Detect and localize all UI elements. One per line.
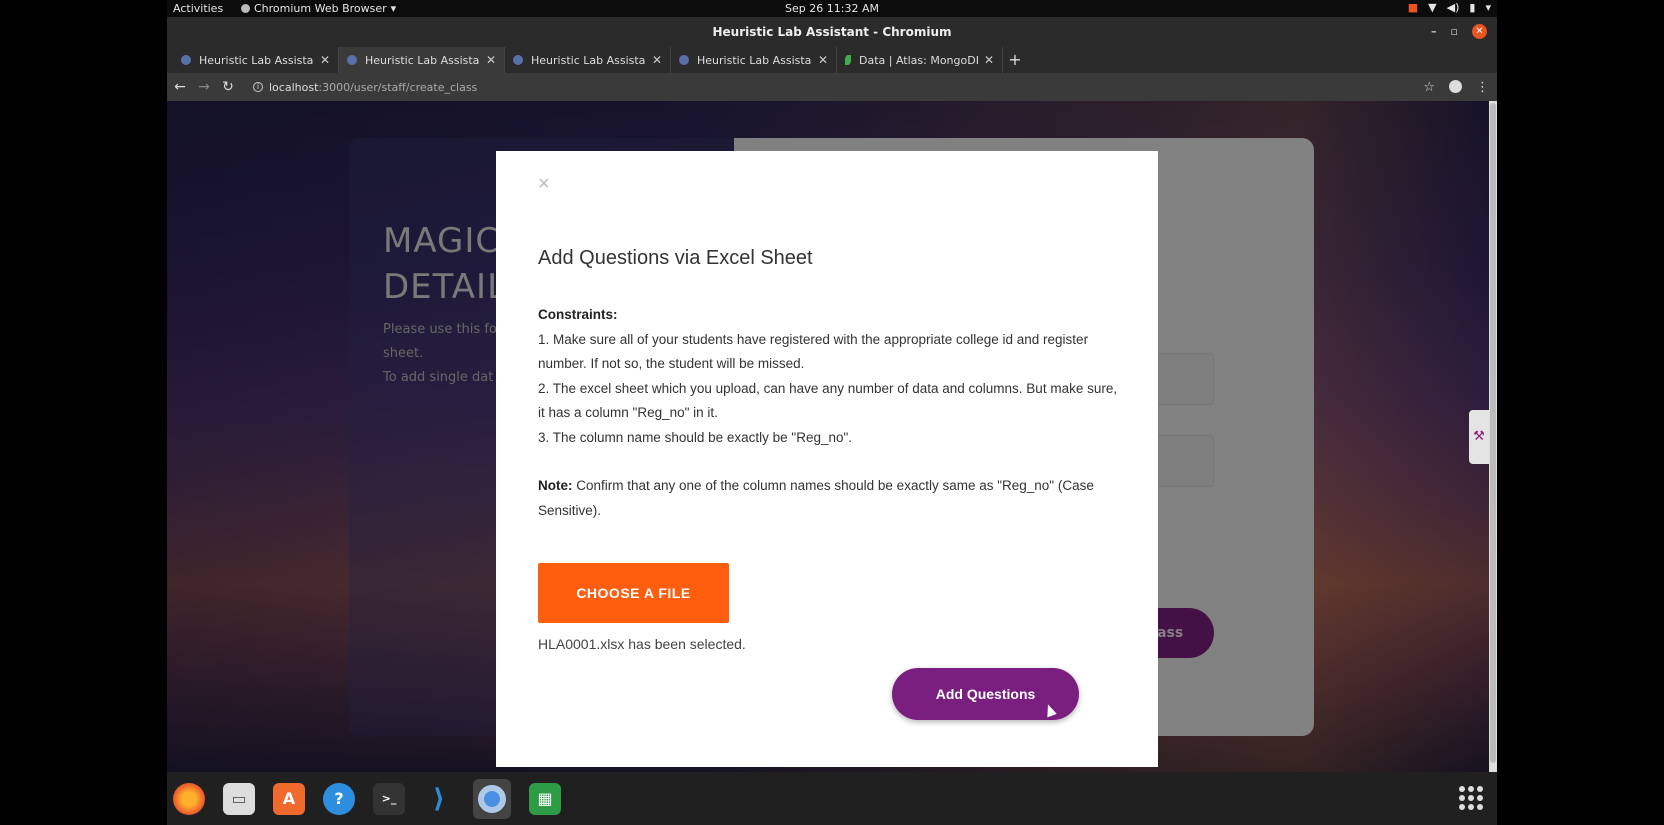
browser-tab[interactable]: Data | Atlas: MongoDB At ✕ [837, 47, 1003, 73]
tab-close-icon[interactable]: ✕ [486, 53, 496, 67]
address-bar[interactable]: i localhost:3000/user/staff/create_class [253, 81, 477, 94]
chromium-icon[interactable] [473, 778, 511, 819]
selected-file-text: HLA0001.xlsx has been selected. [538, 636, 746, 652]
system-tray[interactable]: ■ ▼ ◀) ▮ ▾ [1408, 1, 1491, 14]
browser-tab[interactable]: Heuristic Lab Assistant ✕ [671, 47, 837, 73]
help-icon[interactable]: ? [323, 782, 355, 815]
new-tab-button[interactable]: + [1003, 47, 1027, 73]
spreadsheet-icon[interactable]: ▦ [529, 782, 561, 815]
tab-label: Heuristic Lab Assistant [365, 53, 480, 67]
toolbar-right: ☆ ⋮ [1423, 79, 1489, 95]
tab-favicon-icon [513, 55, 523, 65]
account-icon[interactable] [1449, 79, 1462, 93]
show-apps-icon[interactable] [1459, 786, 1483, 810]
app-menu-label: Chromium Web Browser [254, 2, 387, 15]
browser-tab[interactable]: Heuristic Lab Assistant ✕ [505, 47, 671, 73]
hammer-icon: ⚒ [1473, 429, 1485, 444]
dock: ▭ A ? >_ ⟩ ▦ [167, 772, 1497, 825]
chevron-down-icon: ▾ [390, 2, 397, 15]
tab-favicon-icon [347, 55, 357, 65]
modal-body: Constraints: 1. Make sure all of your st… [538, 303, 1118, 523]
side-widget-handle[interactable]: ⚒ [1469, 410, 1489, 464]
window-controls: – ▫ ✕ [1431, 24, 1487, 39]
tab-label: Heuristic Lab Assistant [531, 53, 646, 67]
add-questions-modal: × Add Questions via Excel Sheet Constrai… [496, 151, 1158, 767]
files-icon[interactable]: ▭ [223, 782, 255, 815]
tab-close-icon[interactable]: ✕ [984, 53, 994, 67]
tab-strip: Heuristic Lab Assistant ✕ Heuristic Lab … [167, 47, 1497, 73]
site-info-icon[interactable]: i [253, 82, 263, 92]
tab-favicon-icon [679, 55, 689, 65]
reload-icon[interactable]: ↻ [217, 79, 239, 95]
system-top-bar: Activities Chromium Web Browser ▾ Sep 26… [167, 0, 1497, 17]
tab-label: Data | Atlas: MongoDB At [859, 53, 978, 67]
tab-label: Heuristic Lab Assistant [199, 53, 314, 67]
tab-label: Heuristic Lab Assistant [697, 53, 812, 67]
activities-button[interactable]: Activities [173, 2, 223, 15]
url-path: :3000/user/staff/create_class [318, 80, 478, 94]
desktop-frame: Activities Chromium Web Browser ▾ Sep 26… [167, 0, 1497, 825]
note-text: Confirm that any one of the column names… [538, 478, 1094, 518]
browser-toolbar: ← → ↻ i localhost:3000/user/staff/create… [167, 73, 1497, 101]
chromium-small-icon [241, 4, 250, 13]
bookmark-star-icon[interactable]: ☆ [1423, 80, 1435, 95]
forward-arrow-icon[interactable]: → [193, 79, 215, 95]
menu-kebab-icon[interactable]: ⋮ [1476, 80, 1489, 95]
browser-tab-active[interactable]: Heuristic Lab Assistant ✕ [339, 47, 505, 73]
minimize-button[interactable]: – [1431, 25, 1437, 38]
software-icon[interactable]: A [273, 782, 305, 815]
tab-favicon-icon [181, 55, 191, 65]
modal-title: Add Questions via Excel Sheet [538, 247, 813, 269]
constraint-item: 1. Make sure all of your students have r… [538, 331, 1089, 372]
mongodb-leaf-icon [845, 55, 851, 65]
app-menu[interactable]: Chromium Web Browser ▾ [241, 2, 396, 15]
window-titlebar: Heuristic Lab Assistant - Chromium – ▫ ✕ [167, 17, 1497, 47]
tab-close-icon[interactable]: ✕ [818, 53, 828, 67]
close-window-button[interactable]: ✕ [1472, 24, 1487, 39]
browser-tab[interactable]: Heuristic Lab Assistant ✕ [173, 47, 339, 73]
constraint-item: 3. The column name should be exactly be … [538, 429, 853, 445]
modal-close-button[interactable]: × [538, 173, 550, 196]
choose-file-button[interactable]: CHOOSE A FILE [538, 563, 729, 623]
page-scrollbar[interactable] [1489, 101, 1497, 772]
constraint-item: 2. The excel sheet which you upload, can… [538, 380, 1118, 421]
battery-icon: ▮ [1469, 1, 1476, 14]
maximize-button[interactable]: ▫ [1451, 25, 1458, 38]
wifi-icon: ▼ [1428, 1, 1437, 14]
volume-icon: ◀) [1446, 1, 1460, 14]
tab-close-icon[interactable]: ✕ [320, 53, 330, 67]
vscode-icon[interactable]: ⟩ [423, 783, 455, 815]
note-paragraph: Note: Confirm that any one of the column… [538, 474, 1118, 523]
tab-close-icon[interactable]: ✕ [652, 53, 662, 67]
constraints-label: Constraints: [538, 307, 618, 322]
firefox-icon[interactable] [173, 782, 205, 815]
note-label: Note: [538, 478, 573, 493]
url-host: localhost [269, 80, 319, 94]
scrollbar-thumb[interactable] [1490, 103, 1496, 763]
camera-indicator-icon: ■ [1407, 1, 1419, 14]
terminal-icon[interactable]: >_ [373, 782, 405, 815]
window-title: Heuristic Lab Assistant - Chromium [712, 25, 952, 39]
back-arrow-icon[interactable]: ← [169, 79, 191, 95]
system-menu-chevron-icon: ▾ [1485, 1, 1491, 14]
